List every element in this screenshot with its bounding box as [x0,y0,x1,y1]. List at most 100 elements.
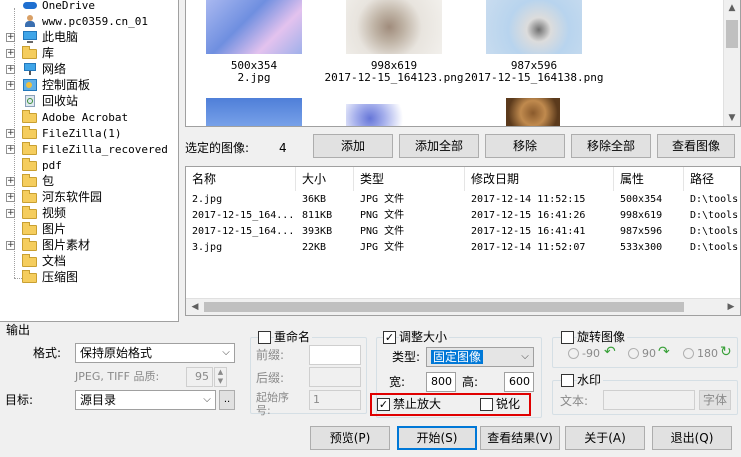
thumbnail-image[interactable] [346,0,442,54]
resize-checkbox[interactable]: ✓ [383,331,396,344]
expand-icon[interactable]: + [6,49,15,58]
expand-icon[interactable]: + [6,145,15,154]
tree-item[interactable]: + 视频 [0,206,178,222]
tree-item[interactable]: Adobe Acrobat [0,110,178,126]
font-button[interactable]: 字体 [699,390,731,410]
height-input[interactable]: 600 [504,372,534,392]
thumbnail-image[interactable] [486,0,582,54]
table-cell: D:\tools [690,194,739,205]
resize-type-select[interactable]: 固定图像 ⌵ [426,347,534,367]
thumbnail-image[interactable] [506,98,560,126]
scroll-thumb[interactable] [726,20,738,48]
exit-button[interactable]: 退出(Q) [652,426,732,450]
recycle-bin-icon [22,94,38,108]
scroll-right-icon[interactable]: ▶ [724,299,738,315]
remove-all-button[interactable]: 移除全部 [571,134,651,158]
tree-item-label: 河东软件园 [42,190,103,204]
rotate-checkbox[interactable] [561,331,574,344]
column-header[interactable]: 大小 [296,167,354,191]
rotate-minus90-radio[interactable] [568,348,579,359]
tree-item[interactable]: + FileZilla_recovered [0,142,178,158]
table-row[interactable]: 3.jpg 22KB JPG 文件 2017-12-14 11:52:07 533x30… [186,240,740,256]
tree-item-label: 视频 [42,206,67,220]
tree-item[interactable]: + 网络 [0,62,178,78]
scroll-thumb[interactable] [204,302,684,312]
height-label: 高: [462,375,479,389]
tree-item[interactable]: 文档 [0,254,178,270]
rotate-180-icon: ↻ [720,344,732,360]
about-button[interactable]: 关于(A) [565,426,645,450]
preview-button[interactable]: 预览(P) [310,426,390,450]
format-select[interactable]: 保持原始格式 ⌵ [75,343,235,363]
thumbnail-image[interactable] [346,104,442,126]
watermark-text-input[interactable] [603,390,695,410]
table-row[interactable]: 2017-12-15_164... 811KB PNG 文件 2017-12-15 1… [186,208,740,224]
column-header[interactable]: 路径 [684,167,740,191]
target-select[interactable]: 源目录 ⌵ [75,390,216,410]
remove-button[interactable]: 移除 [485,134,565,158]
add-button[interactable]: 添加 [313,134,393,158]
table-row[interactable]: 2017-12-15_164... 393KB PNG 文件 2017-12-15 1… [186,224,740,240]
folder-tree[interactable]: OneDrive www.pc0359.cn_01 + 此电脑 + 库 + 网络 + 控制面板 回收… [0,0,179,322]
expand-icon[interactable]: + [6,193,15,202]
expand-icon[interactable]: + [6,81,15,90]
thumbnail-image[interactable] [206,98,302,126]
tree-item[interactable]: + 河东软件园 [0,190,178,206]
quality-input[interactable]: 95 [186,367,213,387]
start-seq-input[interactable]: 1 [309,390,361,410]
prefix-input[interactable] [309,345,361,365]
tree-item[interactable]: + 图片素材 [0,238,178,254]
rotate-180-radio[interactable] [683,348,694,359]
column-header[interactable]: 修改日期 [465,167,614,191]
table-cell: 22KB [302,242,327,253]
tree-item[interactable]: 压缩图 [0,270,178,286]
list-hscrollbar[interactable]: ◀ ▶ [186,298,740,315]
scroll-up-icon[interactable]: ▲ [724,0,740,17]
thumbnail-image[interactable] [206,0,302,54]
column-header[interactable]: 名称 [186,167,296,191]
tree-item[interactable]: pdf [0,158,178,174]
view-result-button[interactable]: 查看结果(V) [480,426,560,450]
tree-item[interactable]: + 控制面板 [0,78,178,94]
rename-checkbox[interactable] [258,331,271,344]
start-button[interactable]: 开始(S) [397,426,477,450]
scroll-down-icon[interactable]: ▼ [724,110,740,126]
column-header[interactable]: 属性 [614,167,684,191]
tree-item[interactable]: 图片 [0,222,178,238]
thumbnail-panel[interactable]: 500x354 2.jpg 998x619 2017-12-15_164123.… [185,0,741,127]
expand-icon[interactable]: + [6,65,15,74]
width-input[interactable]: 800 [426,372,456,392]
prefix-label: 前缀: [256,348,285,362]
folder-icon [22,142,38,156]
tree-item[interactable]: + 此电脑 [0,30,178,46]
rotate-180-label: 180 [697,347,718,360]
browse-button[interactable]: .. [219,390,235,410]
column-header[interactable]: 类型 [354,167,465,191]
table-row[interactable]: 2.jpg 36KB JPG 文件 2017-12-14 11:52:15 500x35… [186,192,740,208]
tree-item[interactable]: OneDrive [0,0,178,14]
scroll-left-icon[interactable]: ◀ [188,299,202,315]
tree-item[interactable]: www.pc0359.cn_01 [0,14,178,30]
expand-icon[interactable]: + [6,129,15,138]
tree-item-label: 图片 [42,222,67,236]
file-list[interactable]: 名称 大小 类型 修改日期 属性 路径 2.jpg 36KB JPG 文件 2017-12-14… [185,166,741,316]
no-enlarge-checkbox[interactable]: ✓ [377,398,390,411]
sharpen-checkbox[interactable] [480,398,493,411]
thumbnail-name: 2017-12-15_164138.png [464,71,604,84]
expand-icon[interactable]: + [6,241,15,250]
resize-type-label: 类型: [392,350,421,364]
tree-item[interactable]: + FileZilla(1) [0,126,178,142]
expand-icon[interactable]: + [6,33,15,42]
suffix-input[interactable] [309,367,361,387]
add-all-button[interactable]: 添加全部 [399,134,479,158]
thumbnail-scrollbar[interactable]: ▲ ▼ [723,0,740,126]
rotate-90-radio[interactable] [628,348,639,359]
expand-icon[interactable]: + [6,177,15,186]
tree-item[interactable]: + 包 [0,174,178,190]
quality-spinner[interactable]: ▲ ▼ [214,367,227,387]
tree-item[interactable]: 回收站 [0,94,178,110]
view-image-button[interactable]: 查看图像 [657,134,735,158]
tree-item[interactable]: + 库 [0,46,178,62]
expand-icon[interactable]: + [6,209,15,218]
watermark-checkbox[interactable] [561,374,574,387]
